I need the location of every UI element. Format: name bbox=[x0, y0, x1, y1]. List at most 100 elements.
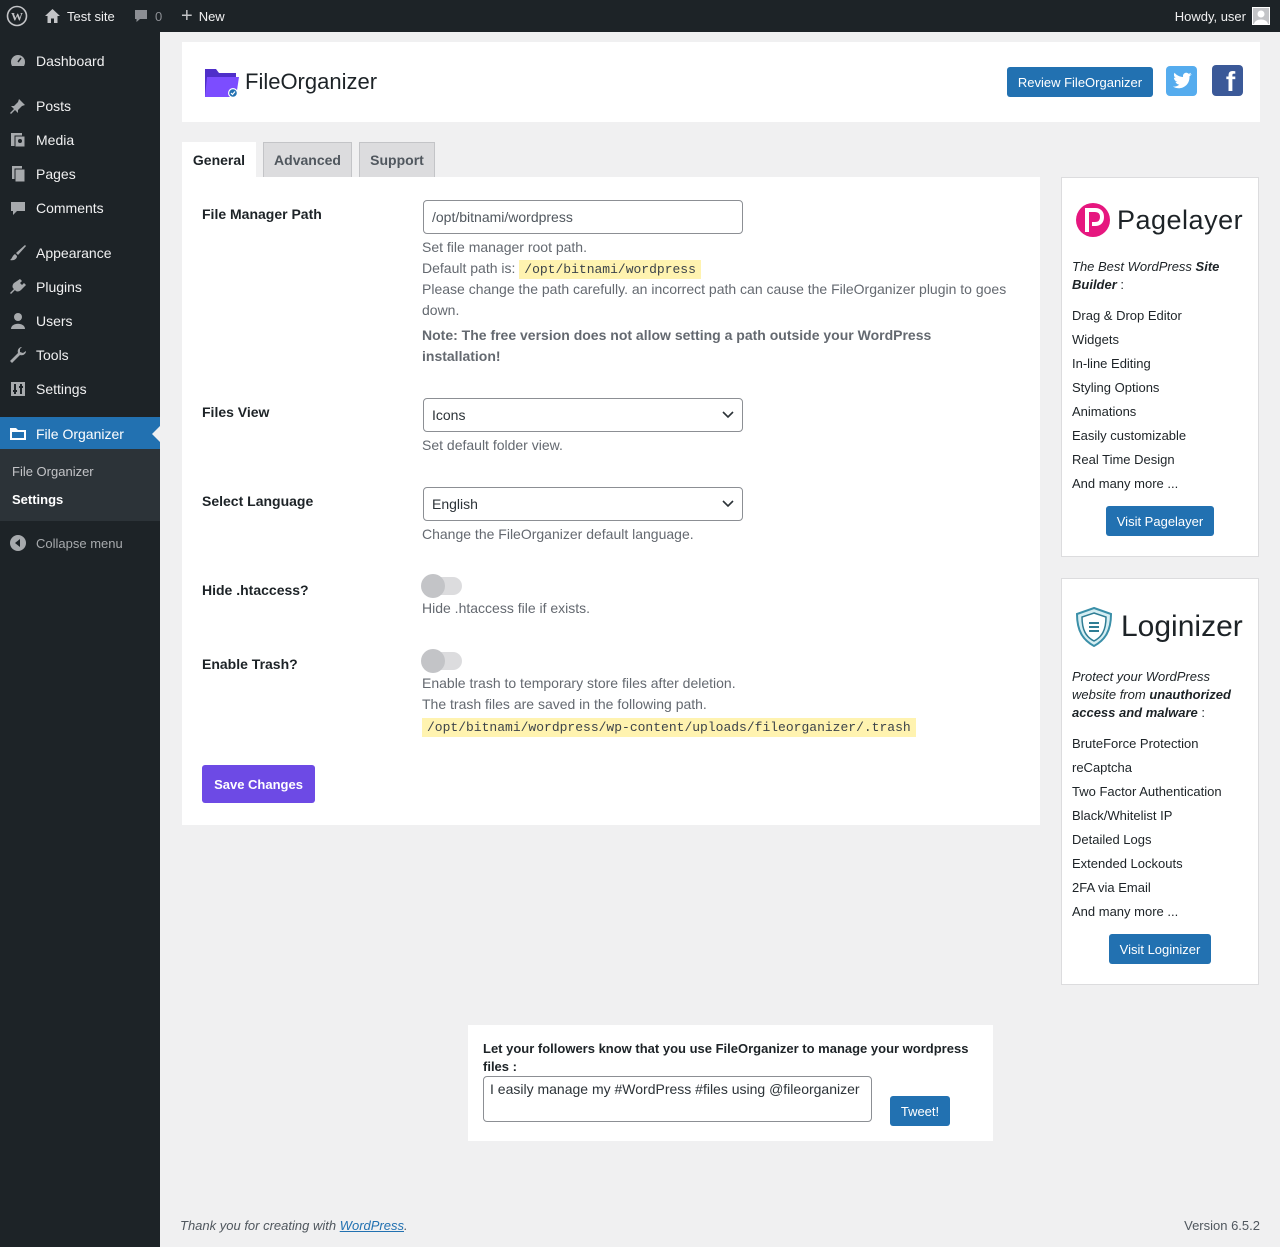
twitter-icon[interactable] bbox=[1166, 66, 1197, 96]
user-icon bbox=[0, 312, 36, 330]
collapse-menu-button[interactable]: Collapse menu bbox=[0, 526, 160, 560]
shield-icon bbox=[1075, 607, 1113, 647]
language-label: Select Language bbox=[202, 493, 314, 509]
view-label: Files View bbox=[202, 404, 270, 420]
tab-support[interactable]: Support bbox=[359, 142, 435, 177]
wordpress-logo-icon[interactable]: W bbox=[6, 0, 28, 32]
default-path-code: /opt/bitnami/wordpress bbox=[519, 260, 701, 279]
trash-label: Enable Trash? bbox=[202, 656, 298, 672]
path-description: Set file manager root path. bbox=[422, 239, 587, 255]
submenu-item-file-organizer[interactable]: File Organizer bbox=[12, 464, 94, 479]
plus-icon: + bbox=[181, 5, 193, 27]
footer-thanks: Thank you for creating with WordPress. bbox=[180, 1218, 408, 1233]
chevron-down-icon bbox=[722, 411, 734, 419]
sidebar-item-appearance[interactable]: Appearance bbox=[0, 236, 160, 270]
view-description: Set default folder view. bbox=[422, 437, 563, 453]
pagelayer-promo: Pagelayer The Best WordPress Site Builde… bbox=[1061, 177, 1259, 557]
pagelayer-feature: Real Time Design bbox=[1072, 452, 1175, 467]
review-button[interactable]: Review FileOrganizer bbox=[1007, 67, 1153, 97]
view-select[interactable]: Icons bbox=[423, 398, 743, 432]
plugin-header: FileOrganizer Review FileOrganizer f bbox=[182, 42, 1260, 122]
footer-version: Version 6.5.2 bbox=[1184, 1218, 1260, 1233]
pagelayer-feature: Animations bbox=[1072, 404, 1137, 419]
pagelayer-feature: And many more ... bbox=[1072, 476, 1179, 491]
trash-path-code: /opt/bitnami/wordpress/wp-content/upload… bbox=[422, 718, 916, 737]
sidebar-item-pages[interactable]: Pages bbox=[0, 157, 160, 191]
sidebar-item-dashboard[interactable]: Dashboard bbox=[0, 44, 160, 78]
dashboard-icon bbox=[0, 52, 36, 70]
sidebar-item-media[interactable]: Media bbox=[0, 123, 160, 157]
avatar bbox=[1252, 7, 1270, 25]
pagelayer-tagline: The Best WordPress Site Builder : bbox=[1072, 259, 1220, 292]
loginizer-promo: Loginizer Protect your WordPress website… bbox=[1061, 578, 1259, 985]
facebook-icon[interactable]: f bbox=[1212, 65, 1243, 96]
comment-bubble-icon bbox=[135, 10, 147, 22]
account-menu[interactable]: Howdy, user bbox=[1175, 0, 1270, 32]
admin-bar: W Test site 0 + New Howdy, user bbox=[0, 0, 1280, 32]
loginizer-tagline: Protect your WordPress website from unau… bbox=[1072, 669, 1231, 720]
settings-form: File Manager Path /opt/bitnami/wordpress… bbox=[182, 177, 1040, 825]
loginizer-feature: Black/Whitelist IP bbox=[1072, 808, 1173, 823]
fileorganizer-logo-icon bbox=[204, 66, 240, 103]
sidebar-item-posts[interactable]: Posts bbox=[0, 89, 160, 123]
pagelayer-feature: Easily customizable bbox=[1072, 428, 1187, 443]
path-note: Note: The free version does not allow se… bbox=[422, 327, 932, 364]
file-organizer-submenu: File Organizer Settings bbox=[0, 449, 160, 521]
tweet-button[interactable]: Tweet! bbox=[890, 1096, 950, 1126]
sidebar-item-plugins[interactable]: Plugins bbox=[0, 270, 160, 304]
loginizer-brand: Loginizer bbox=[1121, 610, 1243, 643]
sidebar-item-settings[interactable]: Settings bbox=[0, 372, 160, 406]
pagelayer-feature: Widgets bbox=[1072, 332, 1119, 347]
htaccess-label: Hide .htaccess? bbox=[202, 582, 309, 598]
loginizer-feature: Extended Lockouts bbox=[1072, 856, 1183, 871]
pagelayer-brand: Pagelayer bbox=[1117, 204, 1244, 235]
tweet-textarea[interactable]: I easily manage my #WordPress #files usi… bbox=[483, 1076, 872, 1122]
new-label: New bbox=[198, 8, 225, 24]
chevron-down-icon bbox=[722, 500, 734, 508]
htaccess-description: Hide .htaccess file if exists. bbox=[422, 600, 591, 616]
pagelayer-logo-icon bbox=[1076, 203, 1110, 237]
home-icon bbox=[45, 9, 60, 23]
plugin-title: FileOrganizer bbox=[245, 69, 378, 94]
loginizer-feature: Two Factor Authentication bbox=[1072, 784, 1222, 799]
language-select[interactable]: English bbox=[423, 487, 743, 521]
comments-count: 0 bbox=[155, 8, 163, 24]
sidebar-item-users[interactable]: Users bbox=[0, 304, 160, 338]
comments-link[interactable]: 0 bbox=[133, 0, 162, 32]
htaccess-toggle[interactable] bbox=[421, 574, 462, 598]
folder-icon bbox=[0, 425, 36, 443]
pagelayer-feature: Drag & Drop Editor bbox=[1072, 308, 1182, 323]
sidebar-item-tools[interactable]: Tools bbox=[0, 338, 160, 372]
visit-pagelayer-button[interactable]: Visit Pagelayer bbox=[1106, 506, 1214, 536]
collapse-arrow-icon bbox=[0, 535, 36, 551]
trash-path-intro: The trash files are saved in the followi… bbox=[422, 696, 707, 712]
loginizer-logo: Loginizer bbox=[1075, 607, 1243, 647]
tweet-box: Let your followers know that you use Fil… bbox=[468, 1025, 993, 1141]
new-content-link[interactable]: + New bbox=[181, 0, 225, 32]
path-warning: Please change the path carefully. an inc… bbox=[422, 281, 1007, 318]
page-icon bbox=[0, 165, 36, 183]
tweet-prompt: Let your followers know that you use Fil… bbox=[483, 1041, 969, 1074]
tab-general[interactable]: General bbox=[182, 142, 256, 177]
path-input[interactable]: /opt/bitnami/wordpress bbox=[423, 200, 743, 234]
path-label: File Manager Path bbox=[202, 206, 322, 222]
pagelayer-feature: In-line Editing bbox=[1072, 356, 1151, 371]
sidebar-item-comments[interactable]: Comments bbox=[0, 191, 160, 225]
admin-sidebar: Dashboard Posts Media Pages Comments App… bbox=[0, 32, 160, 1247]
wordpress-link[interactable]: WordPress bbox=[340, 1218, 404, 1233]
visit-loginizer-button[interactable]: Visit Loginizer bbox=[1109, 934, 1211, 964]
site-name: Test site bbox=[67, 8, 115, 24]
loginizer-feature: 2FA via Email bbox=[1072, 880, 1151, 895]
wrench-icon bbox=[0, 346, 36, 364]
submenu-item-settings[interactable]: Settings bbox=[12, 492, 63, 507]
tab-advanced[interactable]: Advanced bbox=[263, 142, 352, 177]
save-changes-button[interactable]: Save Changes bbox=[202, 765, 315, 803]
settings-sliders-icon bbox=[0, 380, 36, 398]
sidebar-item-file-organizer[interactable]: File Organizer bbox=[0, 417, 160, 451]
site-name-link[interactable]: Test site bbox=[44, 0, 115, 32]
loginizer-feature: And many more ... bbox=[1072, 904, 1179, 919]
trash-toggle[interactable] bbox=[421, 649, 462, 673]
loginizer-feature: BruteForce Protection bbox=[1072, 736, 1199, 751]
pushpin-icon bbox=[0, 97, 36, 115]
pagelayer-logo: Pagelayer bbox=[1075, 202, 1243, 238]
